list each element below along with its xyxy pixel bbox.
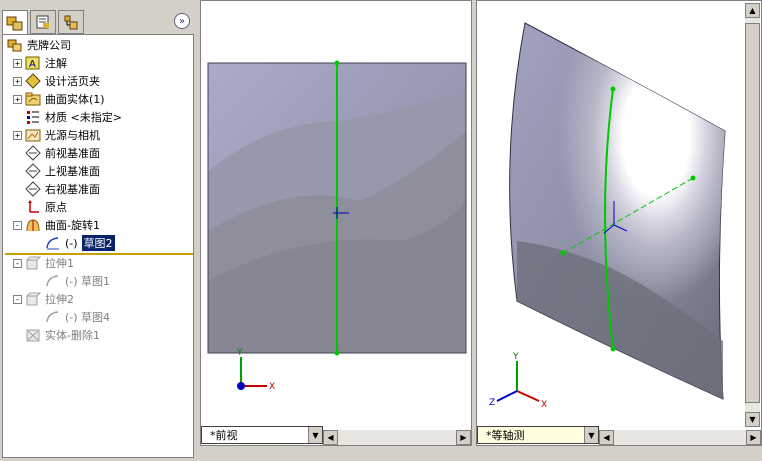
horizontal-scrollbar[interactable]: ◀ ▶	[599, 430, 761, 445]
plane-icon	[25, 181, 41, 197]
collapse-icon[interactable]: -	[13, 294, 22, 304]
dropdown-arrow-icon[interactable]: ▼	[308, 427, 322, 443]
expand-icon[interactable]: +	[13, 76, 22, 86]
body-delete-icon	[25, 327, 41, 343]
view-name: *前视	[210, 429, 238, 442]
tab-feature-manager[interactable]	[2, 10, 28, 35]
origin-icon	[25, 199, 41, 215]
expand-icon[interactable]: +	[13, 94, 22, 104]
sketch-label-selected: 草图2	[81, 235, 115, 251]
tree-root-label: 壳牌公司	[27, 39, 71, 52]
view-orientation-combo-isometric[interactable]: *等轴测 ▼	[477, 426, 599, 444]
tree-item-label: 前视基准面	[45, 147, 100, 160]
collapse-icon[interactable]: -	[13, 258, 22, 268]
sketch-icon	[45, 235, 61, 251]
front-view-graphics: Y X	[207, 60, 467, 392]
tab-configuration-manager[interactable]	[58, 10, 84, 34]
tree-item-surface-revolve[interactable]: - 曲面-旋转1	[13, 216, 100, 234]
sketch-status-prefix: (-)	[65, 236, 78, 250]
feature-manager-pane: » 壳牌公司 + A 注解 + 设计活页夹 + 曲面实体(1) 材质 <未指定>	[0, 0, 196, 461]
feature-manager-tabs: »	[2, 10, 194, 35]
svg-text:A: A	[29, 59, 36, 70]
plane-icon	[25, 145, 41, 161]
sketch-icon	[45, 273, 61, 289]
tree-item-front-plane[interactable]: 前视基准面	[25, 144, 100, 162]
triad-y-label: Y	[512, 352, 519, 362]
scroll-right-icon[interactable]: ▶	[746, 430, 761, 445]
view-orientation-combo-front[interactable]: *前视 ▼	[201, 426, 323, 444]
tree-item-design-binder[interactable]: + 设计活页夹	[13, 72, 100, 90]
collapse-pane-icon[interactable]: »	[174, 13, 190, 29]
material-icon	[25, 109, 41, 125]
feature-tree: 壳牌公司 + A 注解 + 设计活页夹 + 曲面实体(1) 材质 <未指定> +…	[2, 34, 194, 458]
triad-x-label: X	[541, 400, 547, 410]
tree-item-label: 设计活页夹	[45, 75, 100, 88]
rollback-bar[interactable]	[5, 253, 193, 255]
triad-z-label: Z	[489, 398, 495, 408]
property-manager-icon	[36, 15, 49, 29]
tab-property-manager[interactable]	[30, 10, 56, 34]
view-name: *等轴测	[486, 429, 525, 442]
tree-item-sketch2[interactable]: (-) 草图2	[45, 234, 115, 252]
tree-item-body-delete[interactable]: 实体-删除1	[25, 326, 100, 344]
tree-item-annotations[interactable]: + A 注解	[13, 54, 67, 72]
tree-item-label: 上视基准面	[45, 165, 100, 178]
lights-cameras-icon	[25, 127, 41, 143]
tree-item-origin[interactable]: 原点	[25, 198, 67, 216]
tree-item-label: (-) 草图1	[65, 275, 111, 288]
tree-item-label: 拉伸2	[45, 293, 74, 306]
tree-item-label: 右视基准面	[45, 183, 100, 196]
dropdown-arrow-icon[interactable]: ▼	[584, 427, 598, 443]
annotation-icon: A	[25, 55, 41, 71]
viewport-front[interactable]: Y X *前视 ▼ ◀ ▶	[200, 0, 472, 446]
tree-item-extrude1[interactable]: - 拉伸1	[13, 254, 74, 272]
scroll-down-icon[interactable]: ▼	[745, 412, 760, 427]
scroll-left-icon[interactable]: ◀	[323, 430, 338, 445]
surface-bodies-folder-icon	[25, 91, 41, 107]
tree-item-label: (-) 草图4	[65, 311, 111, 324]
triad-x-label: X	[269, 382, 275, 392]
extrude-icon	[25, 291, 42, 307]
triad-y-label: Y	[236, 348, 243, 358]
design-binder-icon	[25, 73, 41, 89]
view-triad-front: Y X	[236, 348, 275, 392]
vertical-scrollbar[interactable]: ▲ ▼	[745, 3, 760, 427]
plane-icon	[25, 163, 41, 179]
tree-item-lights-cameras[interactable]: + 光源与相机	[13, 126, 100, 144]
tree-item-label: 光源与相机	[45, 129, 100, 142]
sketch-icon	[45, 309, 61, 325]
scroll-up-icon[interactable]: ▲	[745, 3, 760, 18]
horizontal-scrollbar[interactable]: ◀ ▶	[323, 430, 471, 445]
tree-item-label: 实体-删除1	[45, 329, 100, 342]
tree-item-material[interactable]: 材质 <未指定>	[25, 108, 122, 126]
feature-tree-icon	[6, 16, 23, 31]
tree-item-right-plane[interactable]: 右视基准面	[25, 180, 100, 198]
tree-item-label: 注解	[45, 57, 67, 70]
isometric-view-graphics: Y X Z	[489, 22, 726, 410]
configuration-manager-icon	[64, 15, 78, 30]
tree-item-surface-bodies[interactable]: + 曲面实体(1)	[13, 90, 105, 108]
extrude-icon	[25, 255, 42, 271]
tree-item-sketch1[interactable]: (-) 草图1	[45, 272, 110, 290]
viewport-isometric[interactable]: Y X Z ▲ ▼ *等轴测 ▼ ◀ ▶	[476, 0, 762, 446]
tree-item-label: 材质 <未指定>	[45, 111, 122, 124]
tree-item-label: 拉伸1	[45, 257, 74, 270]
tree-item-extrude2[interactable]: - 拉伸2	[13, 290, 74, 308]
expand-icon[interactable]: +	[13, 58, 22, 68]
tree-item-label: 曲面实体(1)	[45, 93, 105, 106]
expand-icon[interactable]: +	[13, 130, 22, 140]
tree-item-label: 原点	[45, 201, 67, 214]
tree-item-label: 曲面-旋转1	[45, 219, 100, 232]
part-icon	[7, 37, 23, 53]
tree-item-sketch4[interactable]: (-) 草图4	[45, 308, 110, 326]
collapse-icon[interactable]: -	[13, 220, 22, 230]
scrollbar-thumb[interactable]	[745, 23, 760, 403]
tree-root-part[interactable]: 壳牌公司	[7, 36, 71, 54]
scroll-left-icon[interactable]: ◀	[599, 430, 614, 445]
surface-revolve-icon	[25, 217, 41, 233]
scroll-right-icon[interactable]: ▶	[456, 430, 471, 445]
tree-item-top-plane[interactable]: 上视基准面	[25, 162, 100, 180]
view-triad-isometric: Y X Z	[489, 352, 547, 410]
